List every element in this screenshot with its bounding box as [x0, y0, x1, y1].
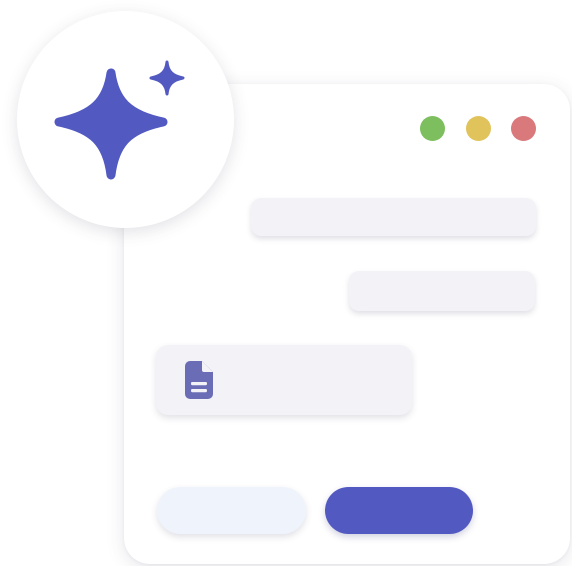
secondary-action-button[interactable]	[157, 487, 306, 534]
file-attachment-card[interactable]	[156, 345, 412, 415]
document-icon	[185, 361, 213, 399]
window-control-yellow[interactable]	[466, 116, 491, 141]
window-control-green[interactable]	[420, 116, 445, 141]
message-placeholder-long	[251, 198, 536, 236]
message-placeholder-short	[349, 271, 535, 311]
ai-assistant-badge	[17, 11, 234, 228]
primary-action-button[interactable]	[325, 487, 473, 534]
sparkles-icon	[54, 60, 185, 180]
window-control-red[interactable]	[511, 116, 536, 141]
